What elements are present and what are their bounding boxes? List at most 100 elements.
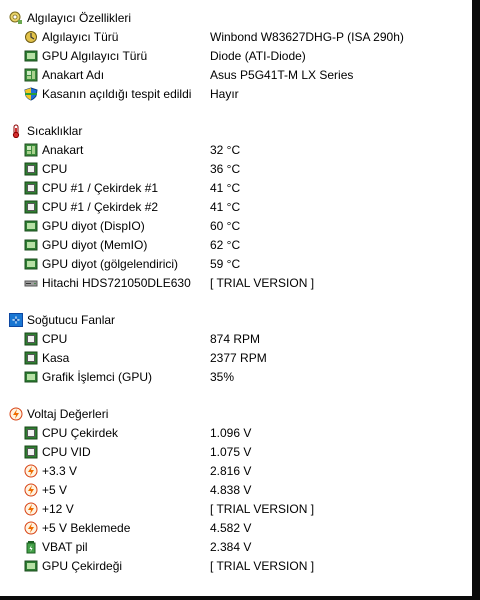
row-value: 36 °C bbox=[210, 161, 241, 176]
window-shadow bbox=[472, 0, 480, 600]
cpu-icon bbox=[24, 200, 38, 214]
row-label: Kasanın açıldığı tespit edildi bbox=[42, 86, 192, 101]
row-value: Hayır bbox=[210, 86, 239, 101]
row-temp-cpu-core-1[interactable]: CPU #1 / Çekirdek #1 41 °C bbox=[0, 178, 472, 197]
sensor-panel: Algılayıcı Özellikleri Algılayıcı Türü W… bbox=[0, 0, 472, 596]
row-value: Diode (ATI-Diode) bbox=[210, 48, 306, 63]
row-label: CPU bbox=[42, 161, 68, 176]
row-value: 874 RPM bbox=[210, 331, 261, 346]
section-temperatures[interactable]: Sıcaklıklar bbox=[0, 121, 472, 140]
voltage-icon bbox=[24, 521, 38, 535]
thermometer-icon bbox=[9, 124, 23, 138]
row-value: 2377 RPM bbox=[210, 350, 267, 365]
section-title: Sıcaklıklar bbox=[27, 123, 83, 138]
row-label: Grafik İşlemci (GPU) bbox=[42, 369, 153, 384]
row-value: 1.075 V bbox=[210, 444, 252, 459]
gpu-icon bbox=[24, 257, 38, 271]
battery-icon bbox=[24, 540, 38, 554]
row-volt-cpu-core[interactable]: CPU Çekirdek 1.096 V bbox=[0, 423, 472, 442]
row-volt-12v[interactable]: +12 V [ TRIAL VERSION ] bbox=[0, 499, 472, 518]
row-label: VBAT pil bbox=[42, 539, 88, 554]
row-sensor-type[interactable]: Algılayıcı Türü Winbond W83627DHG-P (ISA… bbox=[0, 27, 472, 46]
row-value: 1.096 V bbox=[210, 425, 252, 440]
row-value: 4.838 V bbox=[210, 482, 252, 497]
row-label: Kasa bbox=[42, 350, 70, 365]
section-title: Algılayıcı Özellikleri bbox=[27, 10, 132, 25]
row-value: 41 °C bbox=[210, 180, 241, 195]
row-temp-hdd[interactable]: Hitachi HDS721050DLE630 [ TRIAL VERSION … bbox=[0, 273, 472, 292]
row-temp-cpu[interactable]: CPU 36 °C bbox=[0, 159, 472, 178]
row-value: 32 °C bbox=[210, 142, 241, 157]
row-label: GPU Çekirdeği bbox=[42, 558, 123, 573]
gpu-icon bbox=[24, 219, 38, 233]
voltage-icon bbox=[9, 407, 23, 421]
chip-icon bbox=[24, 351, 38, 365]
row-label: CPU Çekirdek bbox=[42, 425, 119, 440]
row-label: CPU #1 / Çekirdek #1 bbox=[42, 180, 159, 195]
row-label: GPU diyot (MemIO) bbox=[42, 237, 148, 252]
row-label: Anakart Adı bbox=[42, 67, 105, 82]
row-value: 59 °C bbox=[210, 256, 241, 271]
section-voltages[interactable]: Voltaj Değerleri bbox=[0, 404, 472, 423]
row-fan-chassis[interactable]: Kasa 2377 RPM bbox=[0, 348, 472, 367]
row-label: GPU diyot (DispIO) bbox=[42, 218, 145, 233]
row-volt-3v3[interactable]: +3.3 V 2.816 V bbox=[0, 461, 472, 480]
row-volt-5v[interactable]: +5 V 4.838 V bbox=[0, 480, 472, 499]
motherboard-icon bbox=[24, 143, 38, 157]
hard-drive-icon bbox=[24, 276, 38, 290]
gpu-icon bbox=[24, 238, 38, 252]
cpu-icon bbox=[24, 426, 38, 440]
cpu-icon bbox=[24, 445, 38, 459]
sensor-icon bbox=[9, 11, 23, 25]
row-chassis-intrusion[interactable]: Kasanın açıldığı tespit edildi Hayır bbox=[0, 84, 472, 103]
row-motherboard-name[interactable]: Anakart Adı Asus P5G41T-M LX Series bbox=[0, 65, 472, 84]
row-temp-gpu-shader[interactable]: GPU diyot (gölgelendirici) 59 °C bbox=[0, 254, 472, 273]
row-value: [ TRIAL VERSION ] bbox=[210, 275, 315, 290]
window-shadow bbox=[0, 596, 480, 600]
row-value: 4.582 V bbox=[210, 520, 252, 535]
row-value: 60 °C bbox=[210, 218, 241, 233]
sensor-icon bbox=[24, 30, 38, 44]
row-label: CPU bbox=[42, 331, 68, 346]
row-label: Anakart bbox=[42, 142, 84, 157]
cpu-icon bbox=[24, 181, 38, 195]
section-cooling-fans[interactable]: Soğutucu Fanlar bbox=[0, 310, 472, 329]
row-label: GPU diyot (gölgelendirici) bbox=[42, 256, 179, 271]
row-label: Hitachi HDS721050DLE630 bbox=[42, 275, 191, 290]
row-value: 2.384 V bbox=[210, 539, 252, 554]
voltage-icon bbox=[24, 464, 38, 478]
row-label: +12 V bbox=[42, 501, 74, 516]
row-volt-gpu-core[interactable]: GPU Çekirdeği [ TRIAL VERSION ] bbox=[0, 556, 472, 575]
row-value: 41 °C bbox=[210, 199, 241, 214]
voltage-icon bbox=[24, 502, 38, 516]
gpu-icon bbox=[24, 559, 38, 573]
row-fan-cpu[interactable]: CPU 874 RPM bbox=[0, 329, 472, 348]
row-label: GPU Algılayıcı Türü bbox=[42, 48, 148, 63]
row-gpu-sensor-type[interactable]: GPU Algılayıcı Türü Diode (ATI-Diode) bbox=[0, 46, 472, 65]
section-sensor-properties[interactable]: Algılayıcı Özellikleri bbox=[0, 8, 472, 27]
row-volt-cpu-vid[interactable]: CPU VID 1.075 V bbox=[0, 442, 472, 461]
row-temp-cpu-core-2[interactable]: CPU #1 / Çekirdek #2 41 °C bbox=[0, 197, 472, 216]
row-value: [ TRIAL VERSION ] bbox=[210, 558, 315, 573]
row-fan-gpu[interactable]: Grafik İşlemci (GPU) 35% bbox=[0, 367, 472, 386]
cpu-icon bbox=[24, 332, 38, 346]
row-temp-gpu-memio[interactable]: GPU diyot (MemIO) 62 °C bbox=[0, 235, 472, 254]
gpu-icon bbox=[24, 370, 38, 384]
section-title: Voltaj Değerleri bbox=[27, 406, 109, 421]
gpu-icon bbox=[24, 49, 38, 63]
row-value: 35% bbox=[210, 369, 235, 384]
row-volt-5v-standby[interactable]: +5 V Beklemede 4.582 V bbox=[0, 518, 472, 537]
shield-icon bbox=[24, 87, 38, 101]
row-label: +5 V bbox=[42, 482, 68, 497]
row-temp-gpu-dispio[interactable]: GPU diyot (DispIO) 60 °C bbox=[0, 216, 472, 235]
row-label: CPU #1 / Çekirdek #2 bbox=[42, 199, 159, 214]
row-volt-vbat[interactable]: VBAT pil 2.384 V bbox=[0, 537, 472, 556]
row-value: Winbond W83627DHG-P (ISA 290h) bbox=[210, 29, 404, 44]
row-value: 2.816 V bbox=[210, 463, 252, 478]
row-label: CPU VID bbox=[42, 444, 91, 459]
row-value: Asus P5G41T-M LX Series bbox=[210, 67, 354, 82]
row-label: +3.3 V bbox=[42, 463, 78, 478]
row-temp-motherboard[interactable]: Anakart 32 °C bbox=[0, 140, 472, 159]
row-value: [ TRIAL VERSION ] bbox=[210, 501, 315, 516]
cpu-icon bbox=[24, 162, 38, 176]
